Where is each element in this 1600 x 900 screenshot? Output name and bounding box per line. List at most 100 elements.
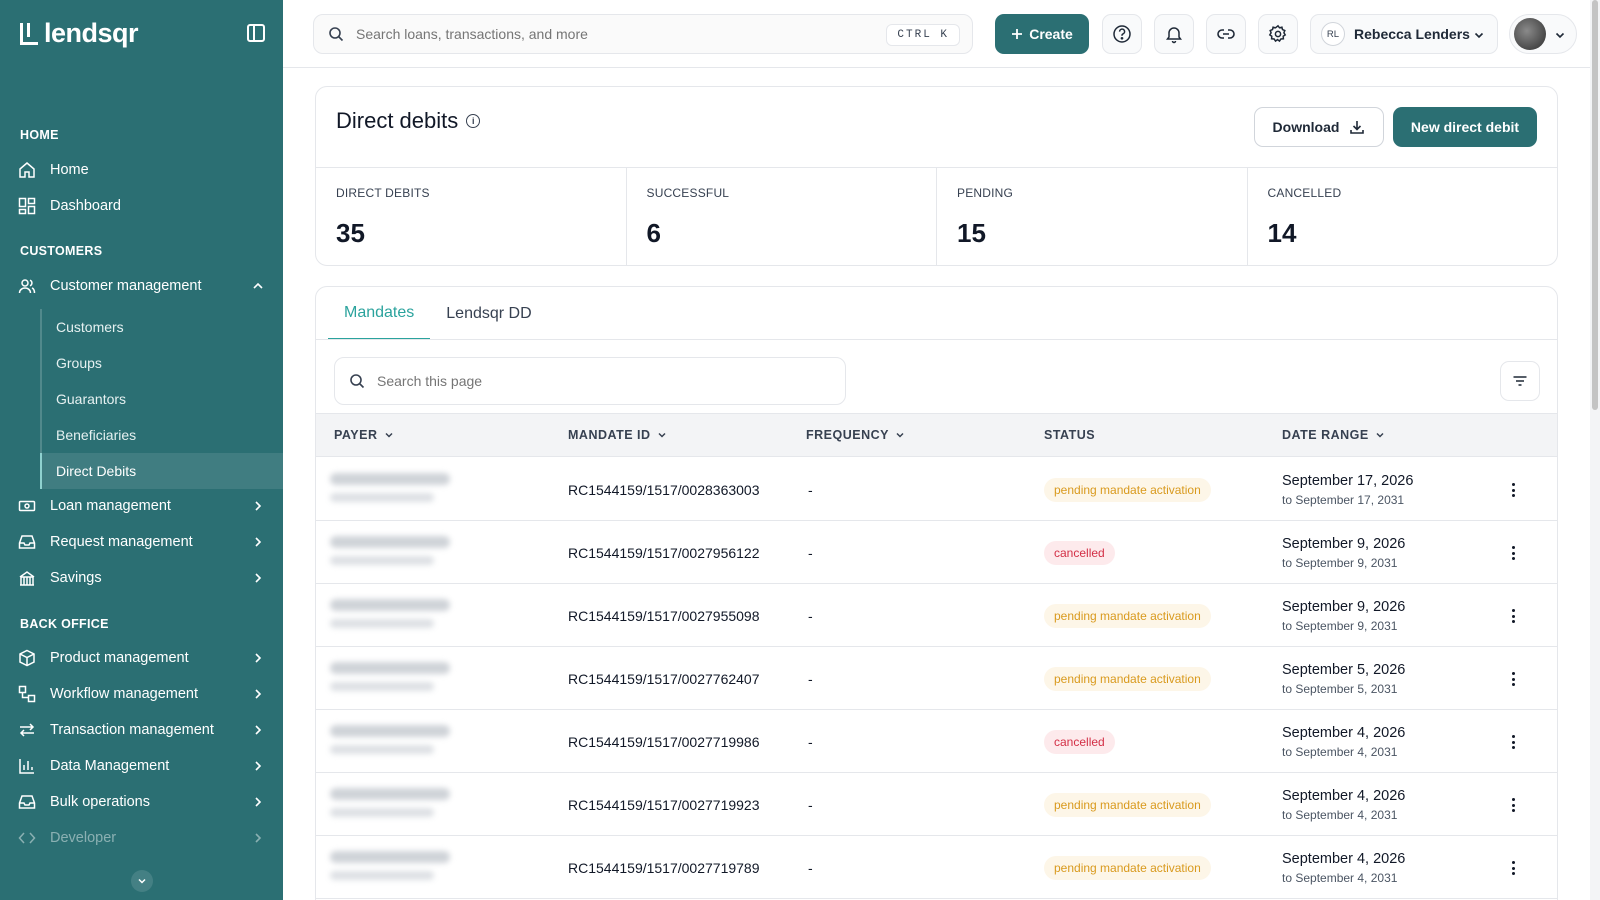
more-actions-icon[interactable]: [1505, 797, 1521, 813]
status-cell: pending mandate activation: [1044, 774, 1211, 836]
status-badge: cancelled: [1044, 730, 1115, 754]
status-cell: pending mandate activation: [1044, 459, 1211, 521]
sidebar-item-product-management[interactable]: Product management: [0, 640, 283, 676]
chevron-right-icon: [255, 653, 262, 663]
section-label-back-office: BACK OFFICE: [20, 617, 109, 631]
arrows-icon: [18, 721, 36, 739]
date-end: to September 9, 2031: [1282, 619, 1398, 633]
date-start: September 5, 2026: [1282, 662, 1406, 678]
sidebar-item-bulk-operations[interactable]: Bulk operations: [0, 784, 283, 820]
status-cell: cancelled: [1044, 522, 1115, 584]
table-row[interactable]: RC1544159/1517/0027719789 - pending mandat…: [316, 837, 1557, 899]
mandate-id-cell: RC1544159/1517/0027719789: [568, 860, 760, 876]
frequency-cell: -: [808, 482, 813, 498]
frequency-cell: -: [808, 608, 813, 624]
table-search-input[interactable]: [377, 373, 817, 389]
date-range-cell: September 5, 2026 to September 5, 2031: [1282, 648, 1405, 710]
bank-icon: [18, 569, 36, 587]
sidebar-item-savings[interactable]: Savings: [0, 560, 283, 596]
table-row[interactable]: RC1544159/1517/0027719986 - cancelled Septe…: [316, 711, 1557, 773]
table-row[interactable]: RC1544159/1517/0027762407 - pending mandat…: [316, 648, 1557, 710]
plus-icon: [1012, 29, 1023, 39]
user-menu[interactable]: [1509, 14, 1577, 54]
scrollbar-thumb[interactable]: [1592, 0, 1598, 410]
status-badge: pending mandate activation: [1044, 604, 1211, 628]
code-icon: [18, 829, 36, 847]
users-icon: [18, 277, 36, 295]
info-icon[interactable]: i: [466, 114, 481, 128]
status-badge: pending mandate activation: [1044, 667, 1211, 691]
grid-icon: [18, 197, 36, 215]
payer-blurred: [330, 662, 454, 696]
download-button-label: Download: [1272, 119, 1340, 135]
sidebar-item-developer[interactable]: Developer: [0, 820, 283, 856]
sidebar-item-home[interactable]: Home: [0, 152, 283, 188]
more-actions-icon[interactable]: [1505, 545, 1521, 561]
more-actions-icon[interactable]: [1505, 671, 1521, 687]
sidebar: lendsqr HOME Home Dashboard CUSTOMERS Cu…: [0, 0, 283, 900]
global-search[interactable]: CTRL K: [313, 14, 973, 54]
download-button[interactable]: Download: [1254, 107, 1384, 147]
tab-lendsqr-dd[interactable]: Lendsqr DD: [430, 287, 547, 340]
global-search-input[interactable]: [356, 26, 856, 42]
sidebar-subitem-customers[interactable]: Customers: [40, 309, 283, 345]
table-row[interactable]: RC1544159/1517/0027955098 - pending mandat…: [316, 585, 1557, 647]
money-icon: [18, 497, 36, 515]
sidebar-item-transaction-management[interactable]: Transaction management: [0, 712, 283, 748]
more-actions-icon[interactable]: [1505, 734, 1521, 750]
inbox-icon: [18, 533, 36, 551]
sidebar-subitem-groups[interactable]: Groups: [40, 345, 283, 381]
column-header-payer[interactable]: PAYER: [334, 428, 394, 442]
settings-button[interactable]: [1258, 14, 1298, 54]
help-circle-icon: [1113, 25, 1131, 43]
sidebar-item-customer-management[interactable]: Customer management: [0, 268, 283, 304]
create-button[interactable]: Create: [995, 14, 1089, 54]
page-scrollbar[interactable]: [1590, 0, 1600, 900]
table-row[interactable]: RC1544159/1517/0027719923 - pending mandat…: [316, 774, 1557, 836]
sidebar-item-request-management[interactable]: Request management: [0, 524, 283, 560]
table-row[interactable]: RC1544159/1517/0027956122 - cancelled Septe…: [316, 522, 1557, 584]
date-start: September 4, 2026: [1282, 788, 1406, 804]
sidebar-subitem-beneficiaries[interactable]: Beneficiaries: [40, 417, 283, 453]
organization-switcher[interactable]: RL Rebecca Lenders: [1310, 14, 1498, 54]
sidebar-item-label: Developer: [50, 830, 117, 846]
new-direct-debit-button[interactable]: New direct debit: [1393, 107, 1537, 147]
date-range-cell: September 4, 2026 to September 4, 2031: [1282, 837, 1405, 899]
more-actions-icon[interactable]: [1505, 608, 1521, 624]
table-search[interactable]: [334, 357, 846, 405]
sidebar-item-loan-management[interactable]: Loan management: [0, 488, 283, 524]
column-header-mandate-id[interactable]: MANDATE ID: [568, 428, 667, 442]
more-actions-icon[interactable]: [1505, 482, 1521, 498]
column-header-date-range[interactable]: DATE RANGE: [1282, 428, 1385, 442]
tab-mandates[interactable]: Mandates: [328, 287, 431, 340]
brand-logo[interactable]: lendsqr: [20, 18, 139, 49]
sidebar-item-data-management[interactable]: Data Management: [0, 748, 283, 784]
date-start: September 4, 2026: [1282, 851, 1406, 867]
sidebar-scroll-down-button[interactable]: [131, 870, 153, 892]
notifications-button[interactable]: [1154, 14, 1194, 54]
date-end: to September 4, 2031: [1282, 745, 1398, 759]
more-actions-icon[interactable]: [1505, 860, 1521, 876]
mandates-card: Mandates Lendsqr DD PAYER MANDATE ID FRE…: [315, 286, 1558, 900]
column-header-frequency[interactable]: FREQUENCY: [806, 428, 905, 442]
mandate-id-cell: RC1544159/1517/0027719923: [568, 797, 760, 813]
link-button[interactable]: [1206, 14, 1246, 54]
sidebar-item-workflow-management[interactable]: Workflow management: [0, 676, 283, 712]
chevron-down-icon: [896, 432, 904, 438]
stat-label: SUCCESSFUL: [646, 186, 730, 200]
column-label: DATE RANGE: [1282, 428, 1369, 442]
sidebar-item-label: Request management: [50, 534, 193, 550]
org-avatar: RL: [1321, 22, 1345, 46]
section-label-home: HOME: [20, 128, 59, 142]
column-label: MANDATE ID: [568, 428, 651, 442]
help-button[interactable]: [1102, 14, 1142, 54]
collapse-sidebar-icon[interactable]: [247, 24, 265, 42]
date-range-cell: September 17, 2026 to September 17, 2031: [1282, 459, 1413, 521]
date-end: to September 9, 2031: [1282, 556, 1398, 570]
sidebar-item-dashboard[interactable]: Dashboard: [0, 188, 283, 224]
filter-button[interactable]: [1500, 361, 1540, 401]
sidebar-subitem-guarantors[interactable]: Guarantors: [40, 381, 283, 417]
table-row[interactable]: RC1544159/1517/0028363003 - pending mandat…: [316, 459, 1557, 521]
sidebar-subitem-direct-debits[interactable]: Direct Debits: [40, 453, 283, 489]
stat-direct-debits: DIRECT DEBITS 35: [316, 168, 627, 265]
